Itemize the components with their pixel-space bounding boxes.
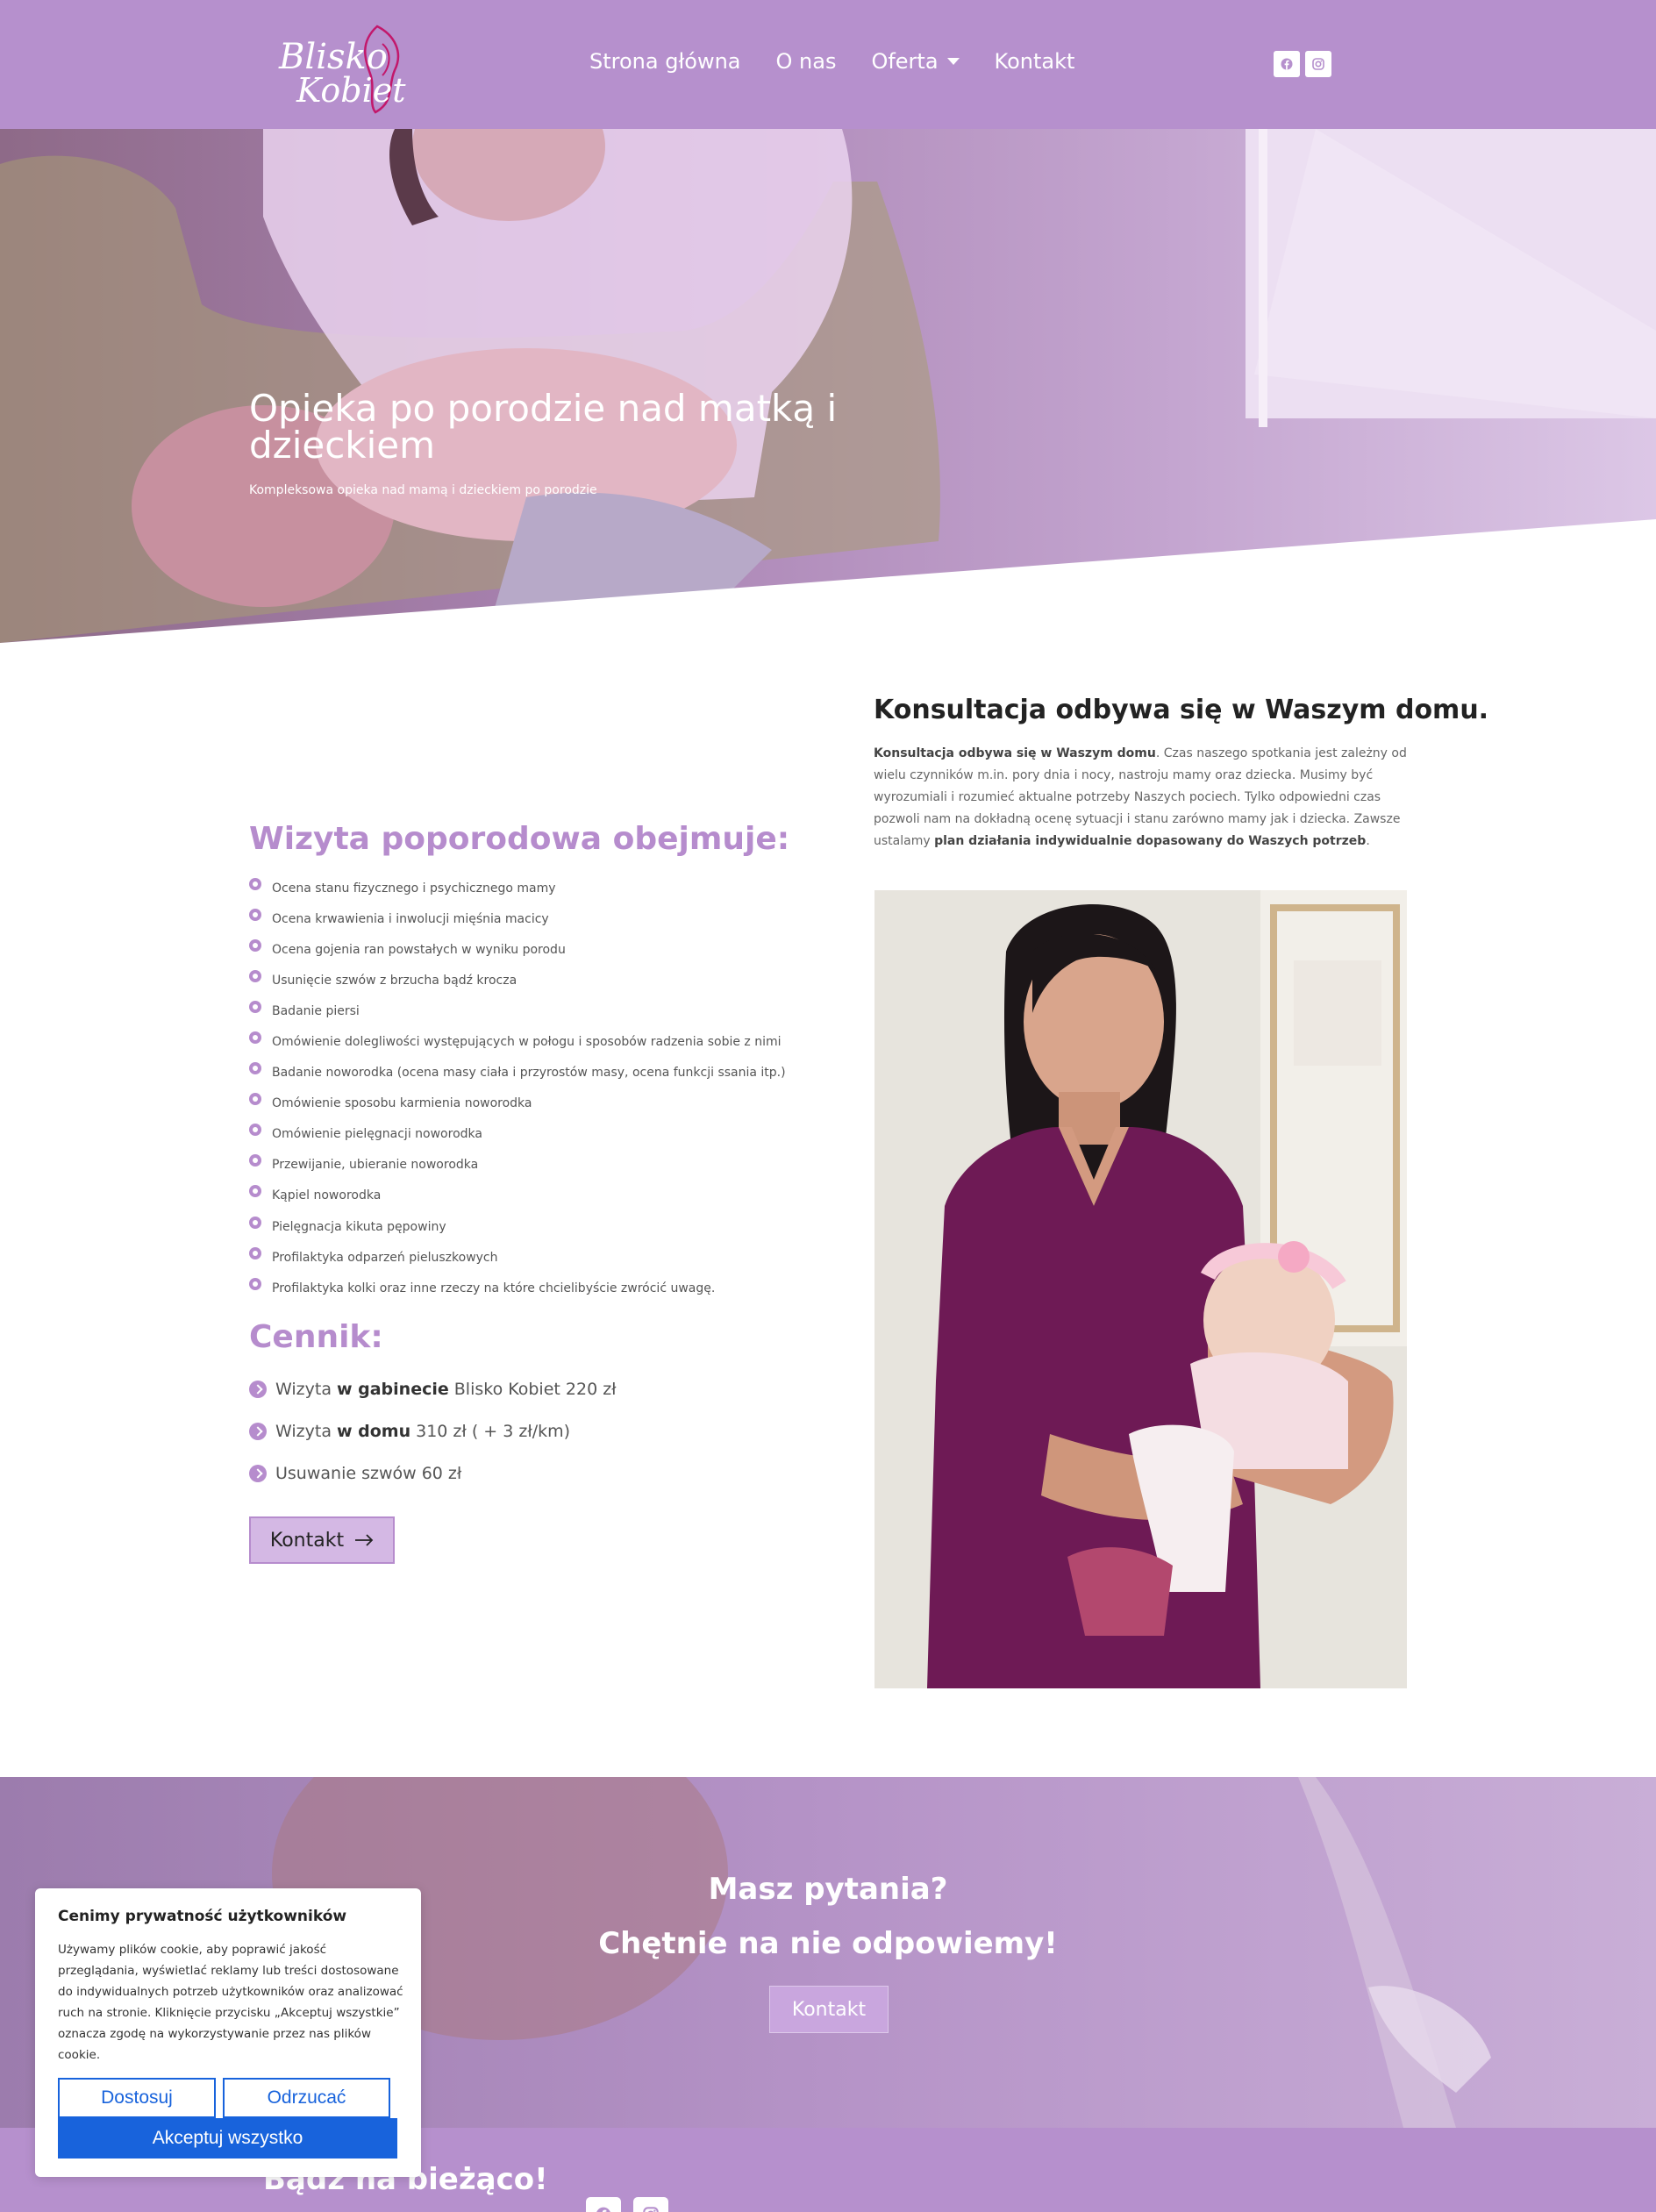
nav-offer-label: Oferta: [871, 49, 939, 74]
cookie-accept-button[interactable]: Akceptuj wszystko: [58, 2118, 397, 2158]
chevron-right-circle-icon: [249, 1381, 267, 1398]
contact-button[interactable]: Kontakt: [249, 1516, 395, 1564]
consult-lead-bold: Konsultacja odbywa się w Waszym domu: [874, 746, 1156, 760]
list-item: Badanie piersi: [249, 995, 786, 1026]
list-item-text: Usunięcie szwów z brzucha bądź krocza: [272, 973, 518, 988]
list-item: Profilaktyka odparzeń pieluszkowych: [249, 1242, 786, 1273]
price-item-suffix: Blisko Kobiet 220 zł: [453, 1380, 617, 1399]
list-item-text: Ocena gojenia ran powstałych w wyniku po…: [272, 942, 566, 957]
nav-about-label: O nas: [775, 49, 837, 74]
price-item-prefix: Wizyta: [275, 1380, 332, 1399]
price-item: Wizyta w domu 310 zł ( + 3 zł/km): [249, 1410, 617, 1452]
bullet-icon: [249, 1185, 261, 1198]
list-item: Omówienie sposobu karmienia noworodka: [249, 1088, 786, 1119]
nav-about[interactable]: O nas: [776, 49, 837, 74]
consult-body: . Czas naszego spotkania jest zależny od…: [874, 746, 1407, 848]
list-item: Badanie noworodka (ocena masy ciała i pr…: [249, 1058, 786, 1088]
list-item-text: Profilaktyka odparzeń pieluszkowych: [272, 1250, 498, 1265]
bullet-icon: [249, 1000, 261, 1013]
cookie-banner: Cenimy prywatność użytkowników Używamy p…: [35, 1888, 421, 2177]
nav-home-label: Strona główna: [589, 49, 741, 74]
nav-offer[interactable]: Oferta: [871, 49, 960, 74]
cta-contact-button[interactable]: Kontakt: [769, 1986, 889, 2033]
instagram-icon[interactable]: [1305, 51, 1331, 77]
price-item: Usuwanie szwów 60 zł: [249, 1452, 617, 1495]
nav-contact-label: Kontakt: [994, 49, 1075, 74]
bullet-icon: [249, 1246, 261, 1259]
bullet-icon: [249, 1154, 261, 1167]
consult-tail: .: [1366, 834, 1370, 848]
bullet-icon: [249, 1093, 261, 1106]
chevron-right-circle-icon: [249, 1423, 267, 1440]
list-item-text: Ocena krwawienia i inwolucji mięśnia mac…: [272, 911, 549, 926]
hero-title: Opieka po porodzie nad matką i dzieckiem: [249, 387, 838, 467]
cookie-reject-button[interactable]: Odrzucać: [223, 2078, 390, 2118]
list-item: Pielęgnacja kikuta pępowiny: [249, 1211, 786, 1242]
list-item-text: Pielęgnacja kikuta pępowiny: [272, 1219, 446, 1234]
facebook-icon[interactable]: [586, 2197, 621, 2212]
bullet-icon: [249, 1216, 261, 1229]
list-item: Ocena krwawienia i inwolucji mięśnia mac…: [249, 903, 786, 934]
price-item: Wizyta w gabinecie Blisko Kobiet 220 zł: [249, 1368, 617, 1410]
bullet-icon: [249, 1124, 261, 1137]
price-item-bold: w domu: [336, 1422, 411, 1441]
list-item-text: Badanie piersi: [272, 1003, 360, 1018]
list-item-text: Omówienie dolegliwości występujących w p…: [272, 1035, 782, 1050]
price-item-suffix: 310 zł ( + 3 zł/km): [416, 1422, 571, 1441]
consult-text: Konsultacja odbywa się w Waszym domu. Cz…: [874, 743, 1409, 853]
list-item: Kąpiel noworodka: [249, 1181, 786, 1211]
list-item: Usunięcie szwów z brzucha bądź krocza: [249, 965, 786, 995]
chevron-down-icon: [946, 58, 960, 65]
cookie-title: Cenimy prywatność użytkowników: [58, 1908, 347, 1925]
hero-section: Opieka po porodzie nad matką i dzieckiem…: [0, 129, 1656, 643]
list-item: Przewijanie, ubieranie noworodka: [249, 1150, 786, 1181]
list-item: Ocena gojenia ran powstałych w wyniku po…: [249, 934, 786, 965]
list-item-text: Omówienie pielęgnacji noworodka: [272, 1127, 482, 1142]
list-item: Ocena stanu fizycznego i psychicznego ma…: [249, 873, 786, 903]
list-item-text: Profilaktyka kolki oraz inne rzeczy na k…: [272, 1281, 716, 1295]
list-item-text: Kąpiel noworodka: [272, 1188, 382, 1203]
cookie-text: Używamy plików cookie, aby poprawić jako…: [58, 1943, 403, 2062]
facebook-icon[interactable]: [1274, 51, 1300, 77]
nav-home[interactable]: Strona główna: [589, 49, 741, 74]
list-item: Omówienie pielęgnacji noworodka: [249, 1119, 786, 1150]
visit-list: Ocena stanu fizycznego i psychicznego ma…: [249, 873, 786, 1303]
visit-title: Wizyta poporodowa obejmuje:: [249, 821, 790, 857]
chevron-right-circle-icon: [249, 1465, 267, 1482]
nav-contact[interactable]: Kontakt: [995, 49, 1075, 74]
midwife-photo: [874, 890, 1407, 1688]
price-item-bold: w gabinecie: [336, 1380, 449, 1399]
list-item-text: Ocena stanu fizycznego i psychicznego ma…: [272, 881, 556, 896]
list-item: Profilaktyka kolki oraz inne rzeczy na k…: [249, 1273, 786, 1303]
site-header: Blisko Kobiet Strona główna O nas Oferta…: [0, 0, 1656, 129]
hero-background-image: [0, 129, 1656, 643]
list-item: Omówienie dolegliwości występujących w p…: [249, 1026, 786, 1057]
main-nav: Strona główna O nas Oferta Kontakt: [589, 49, 1074, 74]
bullet-icon: [249, 938, 261, 952]
header-social: [1274, 51, 1331, 77]
price-item-prefix: Wizyta: [275, 1422, 332, 1441]
bullet-icon: [249, 969, 261, 982]
logo[interactable]: Blisko Kobiet: [272, 18, 421, 121]
contact-button-label: Kontakt: [269, 1529, 345, 1552]
hero-subtitle: Kompleksowa opieka nad mamą i dzieckiem …: [249, 483, 597, 497]
pricing-list: Wizyta w gabinecie Blisko Kobiet 220 zł Wi…: [249, 1368, 617, 1495]
footer-social: [586, 2197, 668, 2212]
list-item-text: Badanie noworodka (ocena masy ciała i pr…: [272, 1066, 786, 1081]
bullet-icon: [249, 877, 261, 890]
price-item-prefix: Usuwanie szwów 60 zł: [275, 1464, 462, 1483]
cookie-customize-button[interactable]: Dostosuj: [58, 2078, 216, 2118]
arrow-right-icon: [355, 1534, 374, 1546]
list-item-text: Przewijanie, ubieranie noworodka: [272, 1158, 479, 1173]
bullet-icon: [249, 1031, 261, 1045]
consult-tail-bold: plan działania indywidualnie dopasowany …: [934, 834, 1367, 848]
bullet-icon: [249, 1277, 261, 1290]
bullet-icon: [249, 908, 261, 921]
consult-title: Konsultacja odbywa się w Waszym domu.: [874, 695, 1489, 725]
instagram-icon[interactable]: [633, 2197, 668, 2212]
logo-text-line2: Kobiet: [296, 71, 406, 110]
pricing-title: Cennik:: [249, 1319, 383, 1355]
bullet-icon: [249, 1062, 261, 1075]
list-item-text: Omówienie sposobu karmienia noworodka: [272, 1096, 532, 1111]
